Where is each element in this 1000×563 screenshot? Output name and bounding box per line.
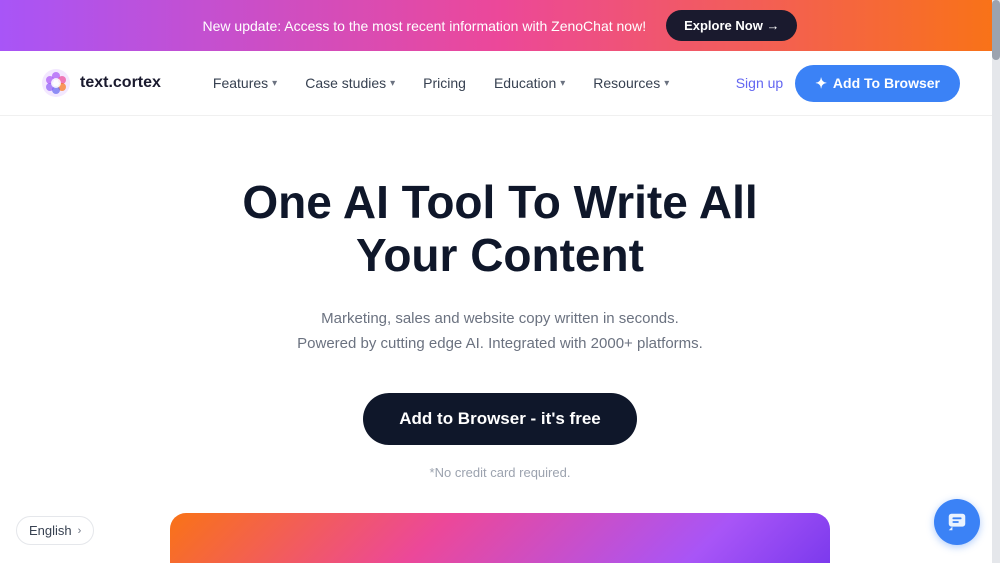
- add-to-browser-nav-button[interactable]: ✦ Add To Browser: [795, 65, 960, 102]
- cta-add-to-browser-button[interactable]: Add to Browser - it's free: [363, 393, 636, 445]
- scrollbar-thumb[interactable]: [992, 0, 1000, 60]
- chevron-down-icon: ▾: [390, 78, 395, 89]
- scrollbar[interactable]: [992, 0, 1000, 563]
- chevron-down-icon: ▾: [560, 78, 565, 89]
- language-label: English: [29, 523, 72, 538]
- nav-links: Features ▾ Case studies ▾ Pricing Educat…: [201, 67, 736, 99]
- explore-now-button[interactable]: Explore Now →: [666, 10, 797, 41]
- hero-section: One AI Tool To Write All Your Content Ma…: [0, 116, 1000, 510]
- no-credit-text: *No credit card required.: [430, 465, 571, 480]
- chat-icon: [946, 511, 968, 533]
- nav-actions: Sign up ✦ Add To Browser: [736, 65, 960, 102]
- nav-case-studies[interactable]: Case studies ▾: [293, 67, 407, 99]
- navbar: text.cortex Features ▾ Case studies ▾ Pr…: [0, 51, 1000, 116]
- logo-icon: [40, 67, 72, 99]
- hero-subtitle: Marketing, sales and website copy writte…: [297, 306, 703, 357]
- language-selector[interactable]: English ›: [16, 516, 94, 545]
- star-icon: ✦: [815, 75, 827, 92]
- logo[interactable]: text.cortex: [40, 67, 161, 99]
- nav-pricing[interactable]: Pricing: [411, 67, 478, 99]
- chevron-right-icon: ›: [78, 525, 82, 537]
- bottom-gradient-preview: [170, 513, 830, 563]
- banner-text: New update: Access to the most recent in…: [203, 18, 647, 34]
- hero-title: One AI Tool To Write All Your Content: [200, 176, 800, 282]
- announcement-banner: New update: Access to the most recent in…: [0, 0, 1000, 51]
- chevron-down-icon: ▾: [664, 78, 669, 89]
- logo-text: text.cortex: [80, 74, 161, 92]
- chat-button[interactable]: [934, 499, 980, 545]
- nav-education[interactable]: Education ▾: [482, 67, 577, 99]
- chevron-down-icon: ▾: [272, 78, 277, 89]
- nav-resources[interactable]: Resources ▾: [581, 67, 681, 99]
- signup-link[interactable]: Sign up: [736, 75, 783, 91]
- nav-features[interactable]: Features ▾: [201, 67, 289, 99]
